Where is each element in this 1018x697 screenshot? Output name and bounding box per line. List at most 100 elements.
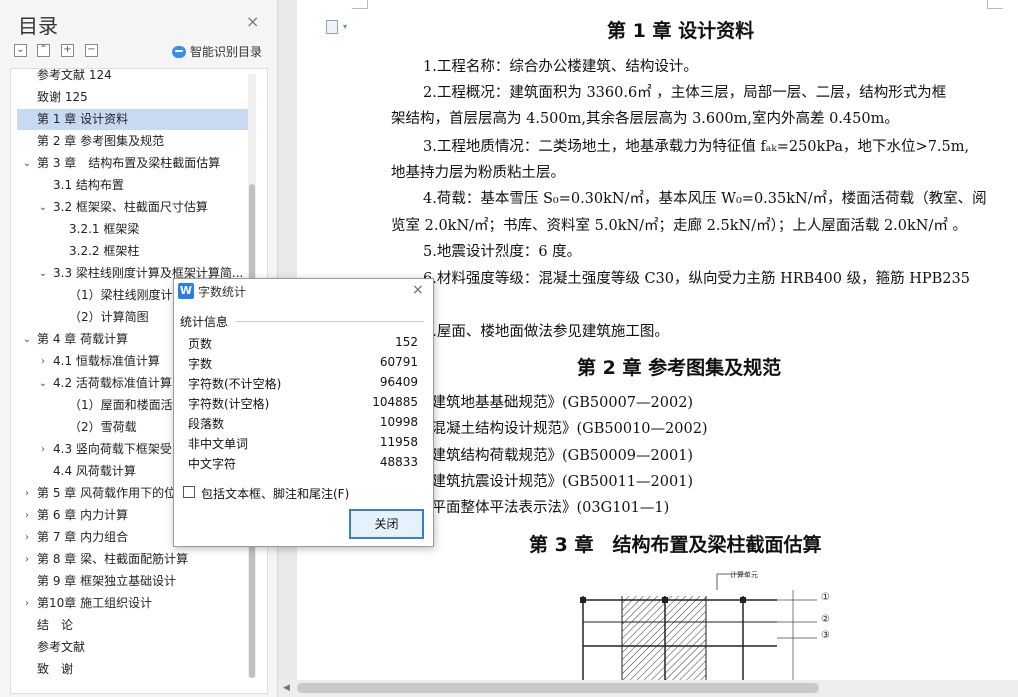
chevron-down-icon[interactable]: ⌄ (37, 373, 49, 394)
chevron-right-icon[interactable]: › (21, 505, 33, 526)
reference-item: 《平面整体平法表示法》(03G101—1) (417, 500, 670, 516)
toc-item[interactable]: ⌄ 3.2 框架梁、柱截面尺寸估算 (17, 197, 249, 218)
toc-item[interactable]: 第 1 章 设计资料 (17, 109, 249, 130)
toc-item-label: 3.2.1 框架梁 (69, 222, 140, 236)
toc-item-label: （2）雪荷载 (69, 420, 137, 434)
word-count-dialog: W 字数统计 × 统计信息 页数 152 字数 60791 字符数(不计空格) … (173, 278, 434, 547)
toc-item[interactable]: 3.1 结构布置 (17, 175, 249, 196)
divider (236, 321, 424, 322)
page-corner-mark (367, 0, 368, 8)
chevron-right-icon[interactable]: › (21, 593, 33, 614)
remove-heading-icon[interactable]: − (85, 44, 98, 57)
stat-row: 中文字符 48833 (188, 455, 418, 475)
paragraph: 4.荷载：基本雪压 S₀=0.30kN/㎡，基本风压 W₀=0.35kN/㎡，楼… (423, 191, 987, 207)
dialog-title: 字数统计 (198, 285, 247, 299)
nav-close-icon[interactable]: × (246, 14, 259, 30)
stat-label: 页数 (188, 337, 213, 351)
include-textbox-footnotes-label[interactable]: 包括文本框、脚注和尾注(F) (201, 485, 349, 502)
stats-section-label: 统计信息 (180, 315, 229, 329)
stat-row: 非中文单词 11958 (188, 435, 418, 455)
toc-item[interactable]: › 第10章 施工组织设计 (17, 593, 249, 614)
stat-label: 字符数(不计空格) (188, 377, 282, 391)
chevron-down-icon[interactable]: ⌄ (21, 329, 33, 350)
chevron-down-icon[interactable]: ⌄ (37, 263, 49, 284)
toc-item-label: 致谢 125 (37, 90, 88, 104)
add-heading-icon[interactable]: + (61, 44, 74, 57)
stat-value: 11958 (379, 435, 418, 449)
toc-item-label: 第 8 章 梁、柱截面配筋计算 (37, 552, 189, 566)
toc-item-label: 参考文献 (37, 640, 86, 654)
axis-marker: ③ (821, 630, 830, 641)
stat-label: 段落数 (188, 417, 225, 431)
toc-item[interactable]: › 第 8 章 梁、柱截面配筋计算 (17, 549, 249, 570)
chevron-down-icon[interactable]: ⌄ (37, 197, 49, 218)
toc-item-label: 第 5 章 风荷载作用下的位 (37, 486, 177, 500)
toc-item[interactable]: 致 谢 (17, 659, 249, 680)
toc-item[interactable]: ⌄ 第 3 章 结构布置及梁柱截面估算 (17, 153, 249, 174)
stat-row: 字数 60791 (188, 355, 418, 375)
horizontal-scrollbar-thumb[interactable] (297, 683, 819, 693)
paragraph: 6.材料强度等级：混凝土强度等级 C30，纵向受力主筋 HRB400 级，箍筋 … (423, 271, 970, 287)
toc-item-label: 第 7 章 内力组合 (37, 530, 129, 544)
toc-item[interactable]: 结 论 (17, 615, 249, 636)
chevron-right-icon[interactable]: › (21, 483, 33, 504)
toc-item[interactable]: 参考文献 124 (17, 69, 249, 86)
page-corner-mark (987, 8, 1003, 9)
toc-item-label: （1）屋面和楼面活 (69, 398, 173, 412)
chevron-right-icon[interactable]: › (37, 351, 49, 372)
reference-item: 《混凝土结构设计规范》(GB50010—2002) (417, 421, 708, 437)
chevron-down-icon[interactable]: ▾ (343, 22, 347, 31)
paragraph: 览室 2.0kN/㎡；书库、资料室 5.0kN/㎡；走廊 2.5kN/㎡）；上人… (391, 218, 967, 234)
toc-item[interactable]: 3.2.1 框架梁 (17, 219, 249, 240)
drawing-label: 计算单元 (730, 571, 758, 579)
paragraph: 7.屋面、楼地面做法参见建筑施工图。 (423, 324, 669, 340)
stat-row: 字符数(计空格) 104885 (188, 395, 418, 415)
stat-value: 60791 (379, 355, 418, 369)
chapter-3-heading: 第 3 章 结构布置及梁柱截面估算 (529, 534, 822, 556)
page-corner-mark (987, 0, 988, 8)
toc-item-label: 4.3 竖向荷载下框架受 (53, 442, 172, 456)
collapse-all-icon[interactable]: ⌃ (37, 44, 50, 57)
toc-item-label: 3.2 框架梁、柱截面尺寸估算 (53, 200, 208, 214)
reference-item: 《建筑抗震设计规范》(GB50011—2001) (417, 474, 694, 490)
close-button[interactable]: 关闭 (349, 509, 424, 539)
include-textbox-footnotes-checkbox[interactable] (183, 486, 195, 498)
toc-item[interactable]: 3.2.2 框架柱 (17, 241, 249, 262)
chevron-right-icon[interactable]: › (21, 527, 33, 548)
page-corner-mark (352, 8, 368, 9)
stat-value: 10998 (379, 415, 418, 429)
toc-item-label: 致 谢 (37, 662, 74, 676)
scroll-left-icon[interactable]: ◀ (283, 683, 290, 693)
stat-label: 字符数(计空格) (188, 397, 270, 411)
toc-item-label: 结 论 (37, 618, 74, 632)
chevron-right-icon[interactable]: › (21, 549, 33, 570)
reference-item: 《建筑结构荷载规范》(GB50009—2001) (417, 448, 694, 464)
paragraph: 地基持力层为粉质粘土层。 (391, 165, 565, 181)
stat-label: 非中文单词 (188, 437, 249, 451)
stat-label: 字数 (188, 357, 213, 371)
nav-pane-title: 目录 (18, 14, 58, 38)
expand-all-icon[interactable]: ⌄ (14, 44, 27, 57)
stat-value: 48833 (379, 455, 418, 469)
toc-item-label: 第 4 章 荷载计算 (37, 332, 129, 346)
dialog-close-icon[interactable]: × (412, 282, 424, 298)
toc-item[interactable]: 致谢 125 (17, 87, 249, 108)
toc-item-label: 第 9 章 框架独立基础设计 (37, 574, 177, 588)
toc-item[interactable]: 第 2 章 参考图集及规范 (17, 131, 249, 152)
axis-marker: ② (821, 614, 830, 625)
structure-plan-drawing (580, 573, 817, 680)
chapter-2-heading: 第 2 章 参考图集及规范 (577, 357, 782, 379)
paragraph: 架结构，首层层高为 4.500m,其余各层层高为 3.600m,室内外高差 0.… (391, 111, 899, 127)
chevron-down-icon[interactable]: ⌄ (21, 153, 33, 174)
page-view-icon[interactable] (326, 20, 338, 34)
toc-item[interactable]: 参考文献 (17, 637, 249, 658)
smart-toc-icon (172, 46, 186, 58)
paragraph: 2.工程概况：建筑面积为 3360.6㎡ ，主体三层，局部一层、二层，结构形式为… (423, 85, 947, 101)
stat-row: 字符数(不计空格) 96409 (188, 375, 418, 395)
reference-item: 《建筑地基基础规范》(GB50007—2002) (417, 395, 694, 411)
stat-row: 段落数 10998 (188, 415, 418, 435)
toc-item[interactable]: 第 9 章 框架独立基础设计 (17, 571, 249, 592)
toc-item-label: 第 1 章 设计资料 (37, 112, 129, 126)
chevron-right-icon[interactable]: › (37, 439, 49, 460)
smart-toc-button[interactable]: 智能识别目录 (172, 43, 262, 60)
